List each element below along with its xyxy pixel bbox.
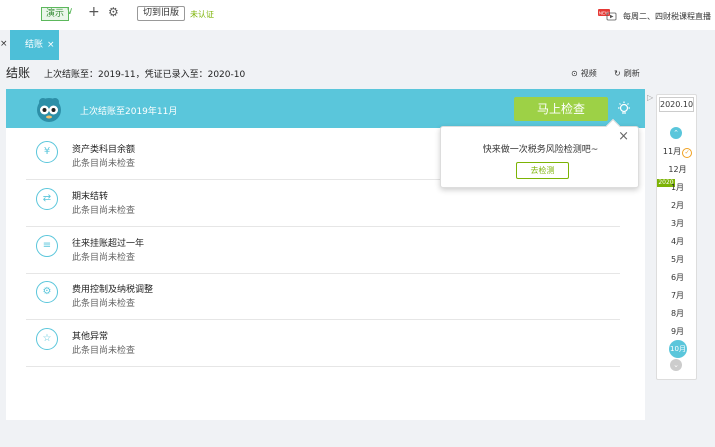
live-course-link[interactable]: 每周二、四财税课程直播 [623,11,711,22]
tax-adjust-icon: ⚙ [36,281,58,303]
mascot-icon [37,98,61,122]
scroll-up-icon[interactable]: ⌃ [670,127,682,139]
chevron-down-icon[interactable]: ∨ [66,6,73,17]
check-item-title: 期末结转 [72,192,109,202]
period-selector[interactable]: 2020.10 [659,97,694,112]
month-item[interactable]: 2月 [657,200,698,211]
plus-icon[interactable]: + [88,5,100,19]
month-item-active[interactable]: 10月 [669,340,687,358]
video-label: 视频 [580,69,597,78]
check-item[interactable]: ⚙ 费用控制及纳税调整 此条目尚未检查 [26,274,620,320]
document-icon: ≡ [36,235,58,257]
page-title: 结账 [6,66,31,80]
tax-risk-popover: × 快来做一次税务风险检测吧~ 去检测 [440,118,639,188]
month-item[interactable]: 4月 [657,236,698,247]
check-item-status: 此条目尚未检查 [72,206,136,216]
transfer-icon: ⇄ [36,188,58,210]
popover-message: 快来做一次税务风险检测吧~ [482,145,599,155]
month-item[interactable]: 12月 [657,164,698,175]
check-item-status: 此条目尚未检查 [72,253,136,263]
month-item[interactable]: 11月 [657,146,698,158]
star-icon: ☆ [36,328,58,350]
top-bar: 演示 ∨ + ⚙ 切到旧版 未认证 NEW 每周二、四财税课程直播 [0,0,715,30]
month-item[interactable]: 3月 [657,218,698,229]
play-icon: ⊙ [571,69,578,78]
month-item[interactable]: 6月 [657,272,698,283]
month-item[interactable]: 9月 [657,326,698,337]
live-video-icon[interactable]: NEW [598,9,618,21]
check-item-title: 资产类科目余额 [72,145,136,155]
month-timeline: 2020.10 ⌃ 11月 12月 2020 1月 2月 3月 4月 5月 6月… [656,94,697,380]
scroll-down-icon[interactable]: ⌄ [670,359,682,371]
go-check-button[interactable]: 去检测 [516,162,569,179]
lightbulb-icon[interactable] [617,101,631,115]
last-closing-text: 上次结账至2019年11月 [80,107,178,117]
tab-strip: × 结账 × [0,30,715,60]
tab-label: 结账 [25,40,44,50]
check-item-title: 费用控制及纳税调整 [72,285,154,295]
close-icon[interactable]: × [0,39,8,49]
gear-icon[interactable]: ⚙ [108,5,119,19]
yen-icon: ¥ [36,141,58,163]
check-item[interactable]: ☆ 其他异常 此条目尚未检查 [26,321,620,367]
tab-closing[interactable]: 结账 × [10,30,59,60]
closing-banner: 上次结账至2019年11月 马上检查 [6,89,645,128]
check-item-status: 此条目尚未检查 [72,299,136,309]
refresh-button[interactable]: ↻ 刷新 [614,68,640,79]
tab-close-icon[interactable]: × [47,40,55,50]
check-item-title: 往来挂账超过一年 [72,239,145,249]
switch-old-version-button[interactable]: 切到旧版 [137,6,186,21]
refresh-label: 刷新 [623,69,640,78]
month-item[interactable]: 7月 [657,290,698,301]
check-item[interactable]: ≡ 往来挂账超过一年 此条目尚未检查 [26,228,620,274]
check-now-button[interactable]: 马上检查 [514,97,608,121]
refresh-icon: ↻ [614,69,621,78]
expand-arrow-icon[interactable]: ▷ [647,93,653,102]
month-item[interactable]: 5月 [657,254,698,265]
closing-status-text: 上次结账至：2019-11，凭证已录入至：2020-10 [44,70,246,80]
month-item[interactable]: 1月 [657,182,698,193]
video-button[interactable]: ⊙ 视频 [571,68,597,79]
check-item-status: 此条目尚未检查 [72,346,136,356]
check-item-status: 此条目尚未检查 [72,159,136,169]
account-selector[interactable]: 演示 [41,7,70,21]
unverified-link[interactable]: 未认证 [190,9,214,20]
month-item[interactable]: 8月 [657,308,698,319]
check-item-title: 其他异常 [72,332,109,342]
